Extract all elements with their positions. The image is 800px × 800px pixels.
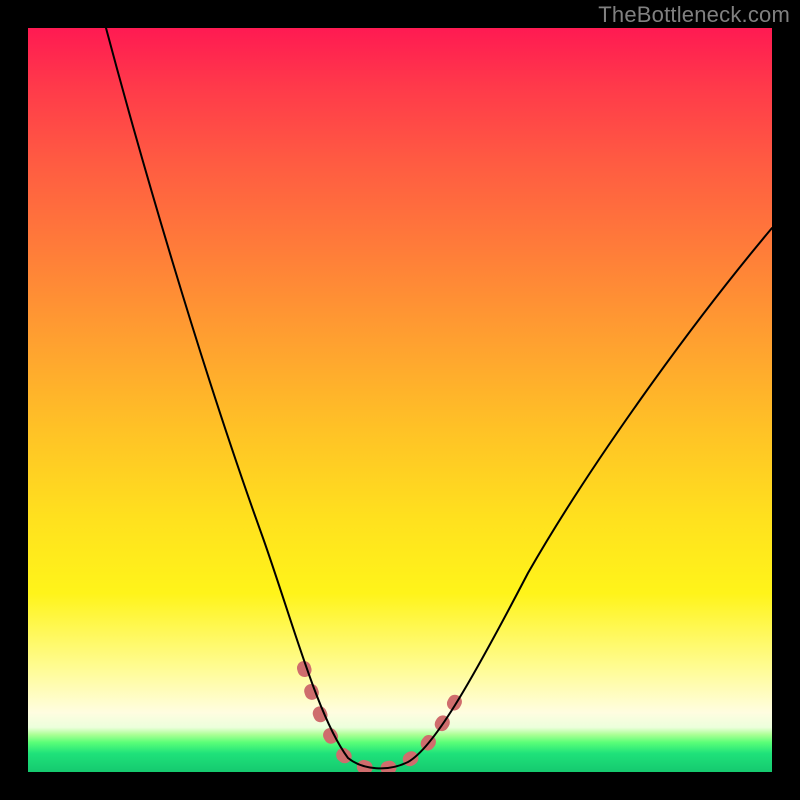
curve-layer bbox=[28, 28, 772, 772]
plot-area bbox=[28, 28, 772, 772]
chart-frame: TheBottleneck.com bbox=[0, 0, 800, 800]
watermark-text: TheBottleneck.com bbox=[598, 2, 790, 28]
bottleneck-curve-path bbox=[106, 28, 772, 768]
